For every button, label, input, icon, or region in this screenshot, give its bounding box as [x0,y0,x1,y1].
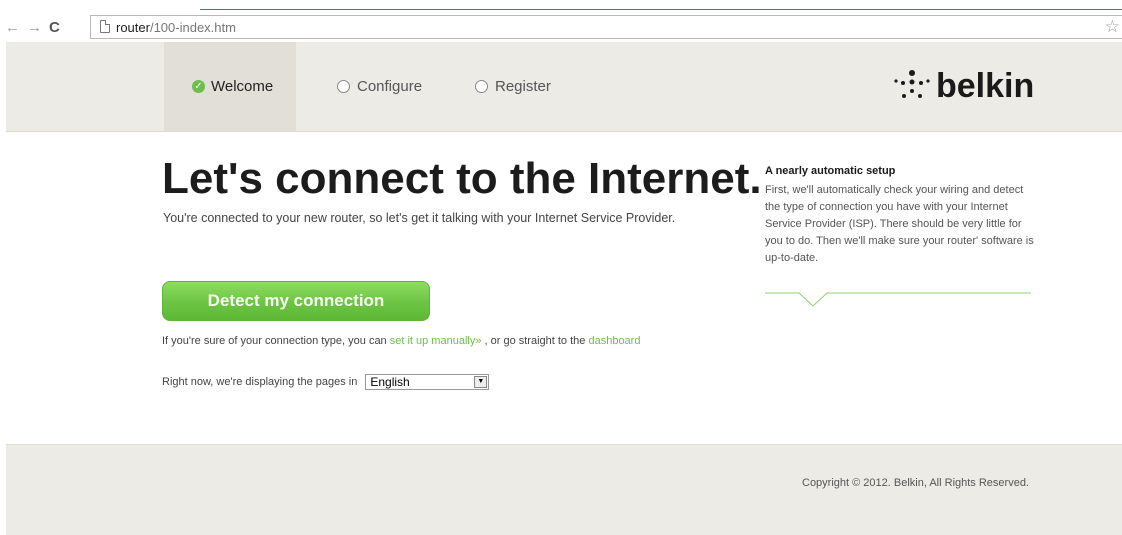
language-select[interactable]: English ▼ [365,374,490,390]
copyright-text: Copyright © 2012. Belkin, All Rights Res… [802,477,1029,489]
step-welcome-label: Welcome [211,78,274,95]
step-register[interactable]: Register [475,42,551,131]
url-host: router [116,20,150,35]
browser-toolbar: ← → C router/100-index.htm ☆ [0,0,1122,42]
sidebar-divider [765,292,1031,307]
manual-prefix: If you're sure of your connection type, … [162,335,390,347]
radio-circle-icon [337,80,350,93]
sidebar-text: First, we'll automatically check your wi… [765,184,1034,264]
language-selected-value: English [370,375,410,389]
logo-dots-icon [894,70,930,98]
belkin-logo: belkin [894,66,1034,106]
detect-connection-button[interactable]: Detect my connection [162,281,430,321]
language-row: Right now, we're displaying the pages in… [162,374,490,390]
page-title: Let's connect to the Internet. [162,154,762,203]
manual-middle: , or go straight to the [481,335,589,347]
url-path: /100-index.htm [149,20,236,35]
step-configure[interactable]: Configure [337,42,422,131]
dashboard-link[interactable]: dashboard [588,335,640,347]
bookmark-star-icon[interactable]: ☆ [1105,18,1120,36]
radio-circle-icon [475,80,488,93]
page-icon [100,20,110,33]
page-subtitle: You're connected to your new router, so … [163,211,676,225]
sidebar-title: A nearly automatic setup [765,165,896,177]
address-bar[interactable]: router/100-index.htm ☆ [90,15,1122,39]
step-configure-label: Configure [357,78,423,95]
language-label: Right now, we're displaying the pages in [162,376,358,388]
url-text[interactable]: router/100-index.htm [116,19,236,36]
tab-strip-line [200,9,1122,10]
back-arrow-icon[interactable]: ← [5,18,20,38]
setup-header: ✓ Welcome Configure Register belkin [6,42,1122,132]
reload-icon[interactable]: C [49,19,60,37]
manual-setup-text: If you're sure of your connection type, … [162,335,640,347]
step-register-label: Register [495,78,551,95]
logo-text: belkin [936,67,1035,105]
check-circle-icon: ✓ [192,80,205,93]
dropdown-arrow-icon[interactable]: ▼ [474,376,488,388]
step-welcome[interactable]: ✓ Welcome [164,42,296,131]
page-footer: Copyright © 2012. Belkin, All Rights Res… [6,444,1122,535]
manual-setup-link[interactable]: set it up manually» [390,335,482,347]
forward-arrow-icon[interactable]: → [27,18,42,38]
